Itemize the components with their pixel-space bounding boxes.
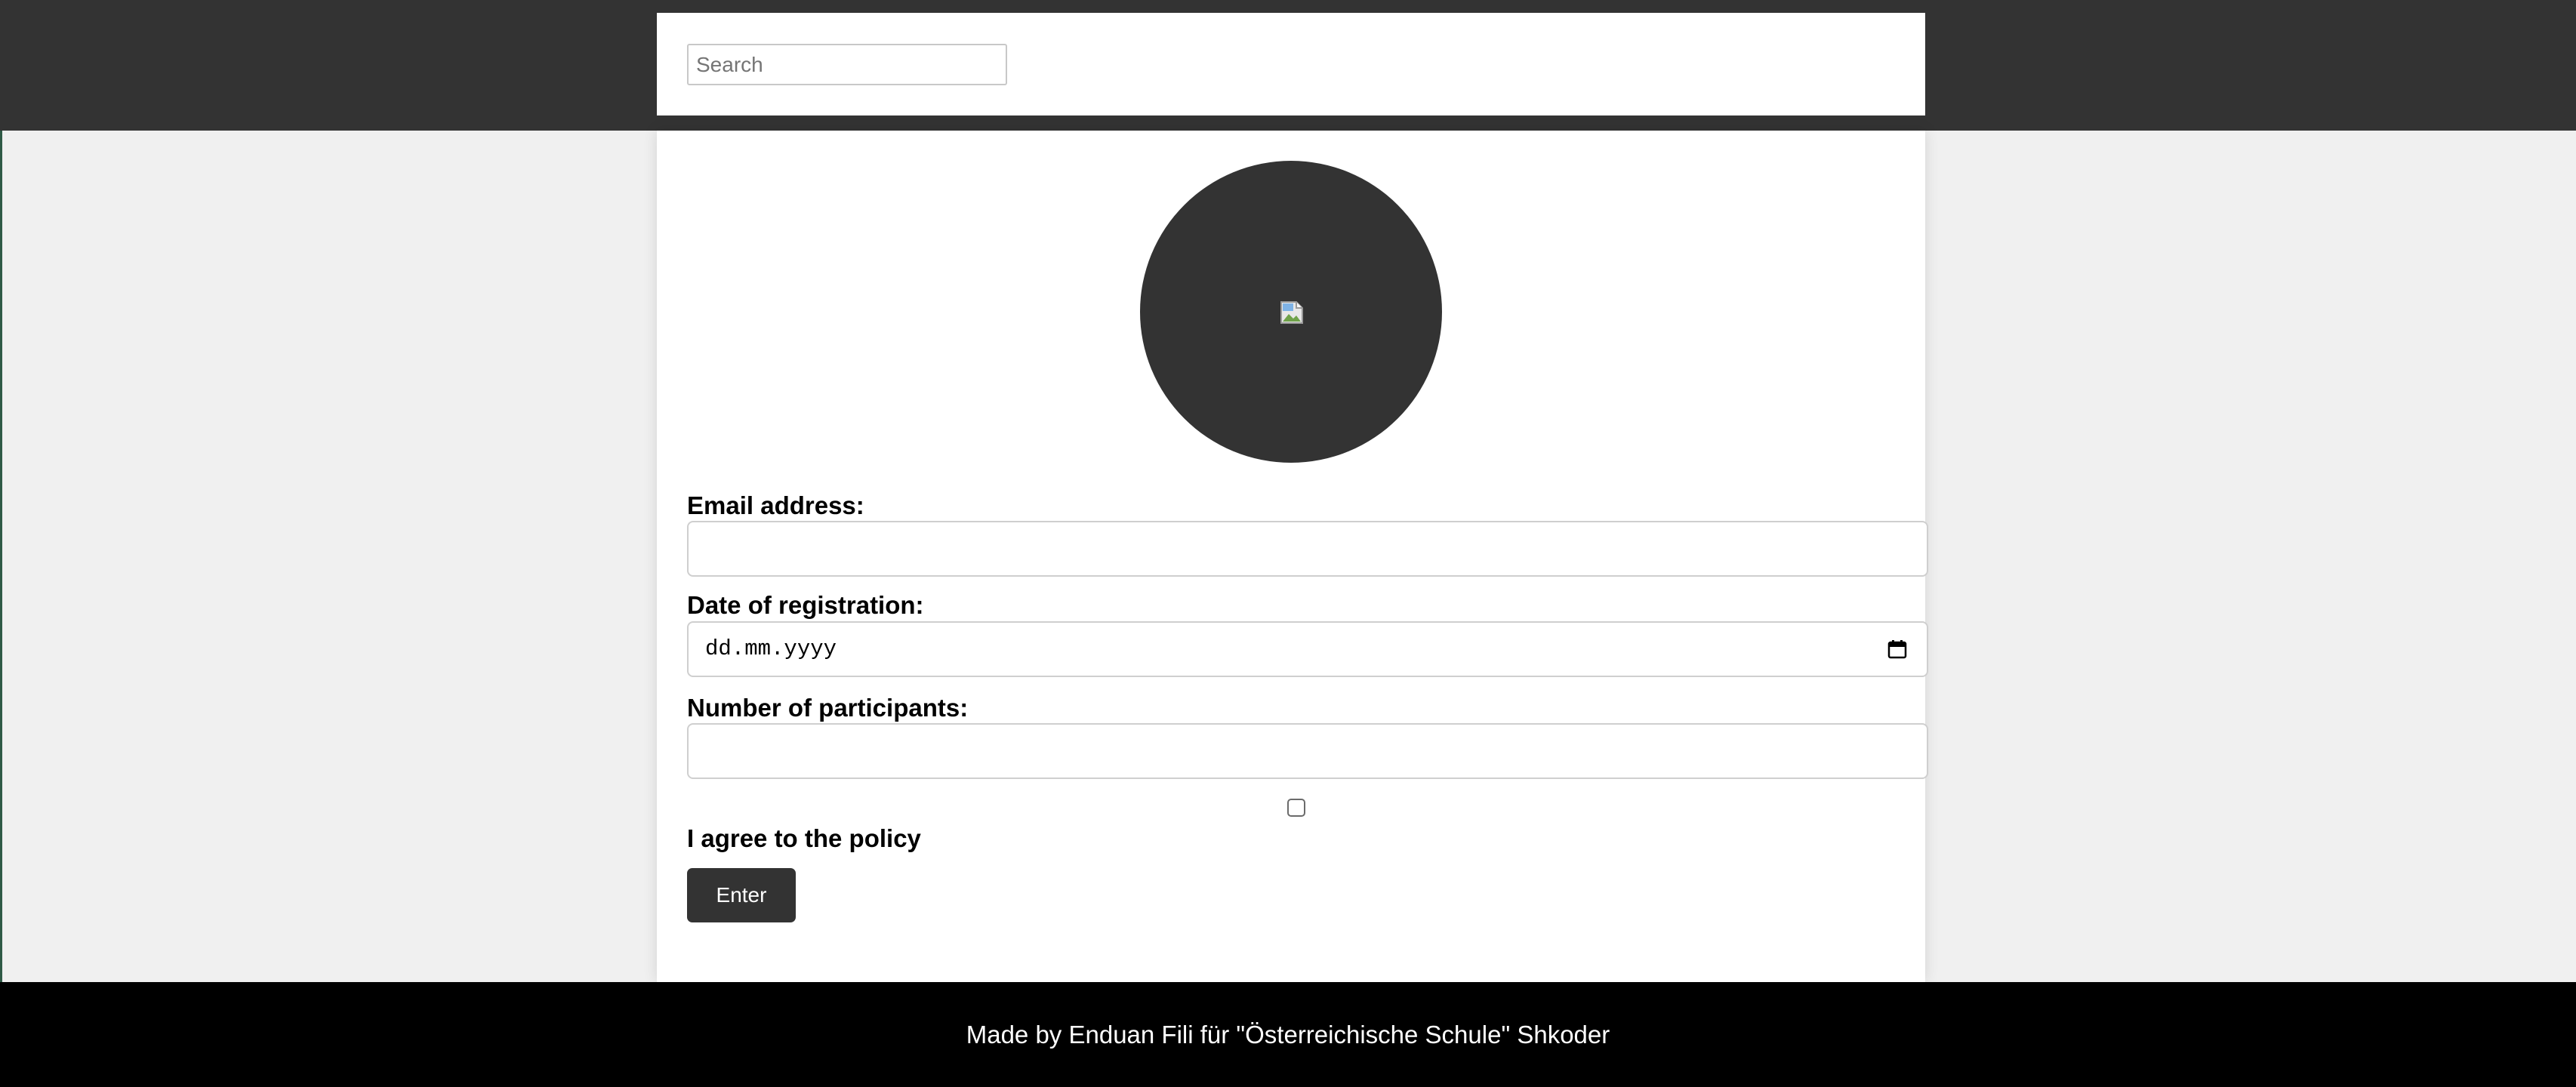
window-left-edge — [0, 0, 2, 1087]
date-placeholder: dd.mm.yyyy — [705, 636, 837, 661]
avatar — [1140, 161, 1442, 463]
header-card — [657, 13, 1925, 115]
enter-button[interactable]: Enter — [687, 868, 796, 922]
calendar-icon[interactable] — [1887, 639, 1907, 659]
date-label: Date of registration: — [687, 591, 924, 619]
policy-checkbox[interactable] — [1287, 799, 1305, 817]
registration-card: Email address: Date of registration: dd.… — [657, 131, 1928, 982]
participants-label: Number of participants: — [687, 694, 969, 722]
footer: Made by Enduan Fili für "Österreichische… — [0, 982, 2576, 1087]
date-field[interactable]: dd.mm.yyyy — [687, 621, 1928, 677]
footer-text: Made by Enduan Fili für "Österreichische… — [966, 1021, 1610, 1049]
policy-label: I agree to the policy — [687, 824, 921, 852]
participants-field[interactable] — [687, 723, 1928, 779]
email-label: Email address: — [687, 491, 864, 519]
email-field[interactable] — [687, 521, 1928, 577]
search-input[interactable] — [687, 44, 1007, 85]
broken-image-icon — [1280, 301, 1303, 324]
